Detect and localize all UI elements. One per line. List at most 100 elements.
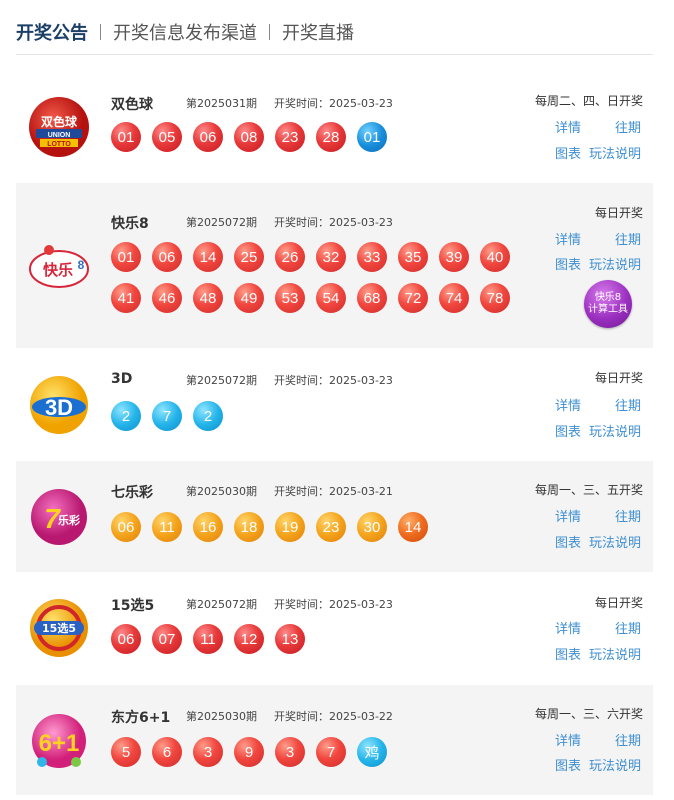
kl8-logo: 快乐 8: [28, 235, 90, 297]
result-balls: 06 07 11 12 13: [111, 624, 305, 654]
chart-link[interactable]: 图表: [555, 755, 581, 774]
special-ball: 14: [398, 512, 428, 542]
red-ball: 07: [152, 624, 182, 654]
draw-time: 开奖时间：2025-03-21: [274, 485, 393, 498]
df61-logo: 6+1: [28, 710, 90, 772]
history-link[interactable]: 往期: [615, 229, 641, 248]
tab-live-draw[interactable]: 开奖直播: [282, 19, 354, 45]
rules-link[interactable]: 玩法说明: [589, 532, 641, 551]
red-ball: 74: [439, 283, 469, 313]
chart-link[interactable]: 图表: [555, 421, 581, 440]
calculator-label-bottom: 计算工具: [588, 304, 628, 315]
lottery-df61: 6+1 东方6+1 第2025030期 开奖时间：2025-03-22 每周一、…: [16, 685, 653, 795]
rules-link[interactable]: 玩法说明: [589, 644, 641, 663]
lottery-name: 双色球: [111, 97, 153, 113]
detail-link[interactable]: 详情: [555, 730, 581, 749]
red-ball: 06: [193, 122, 223, 152]
svg-text:UNION: UNION: [48, 132, 71, 139]
chart-link[interactable]: 图表: [555, 644, 581, 663]
history-link[interactable]: 往期: [615, 506, 641, 525]
svg-text:乐彩: 乐彩: [58, 513, 80, 527]
history-link[interactable]: 往期: [615, 395, 641, 414]
red-ball: 13: [275, 624, 305, 654]
lottery-name: 15选5: [111, 598, 155, 614]
red-ball: 72: [398, 283, 428, 313]
tab-draw-announcement[interactable]: 开奖公告: [16, 19, 88, 45]
red-ball: 48: [193, 283, 223, 313]
detail-link[interactable]: 详情: [555, 506, 581, 525]
chart-link[interactable]: 图表: [555, 254, 581, 273]
red-ball: 14: [193, 242, 223, 272]
red-ball: 23: [275, 122, 305, 152]
red-ball: 6: [152, 737, 182, 767]
red-ball: 33: [357, 242, 387, 272]
red-ball: 54: [316, 283, 346, 313]
chart-link[interactable]: 图表: [555, 143, 581, 162]
draw-time: 开奖时间：2025-03-23: [274, 97, 393, 110]
df61-logo-text: 6+1: [39, 730, 80, 757]
3d-logo-text: 3D: [45, 395, 73, 420]
history-link[interactable]: 往期: [615, 730, 641, 749]
calculator-label-top: 快乐8: [594, 292, 622, 303]
orange-ball: 19: [275, 512, 305, 542]
draw-time: 开奖时间：2025-03-22: [274, 710, 393, 723]
red-ball: 25: [234, 242, 264, 272]
ssq-logo-text: 双色球: [41, 114, 78, 129]
orange-ball: 06: [111, 512, 141, 542]
draw-time: 开奖时间：2025-03-23: [274, 598, 393, 611]
3d-logo: 3D: [28, 374, 90, 436]
lottery-name: 东方6+1: [111, 710, 171, 726]
red-ball: 40: [480, 242, 510, 272]
orange-ball: 18: [234, 512, 264, 542]
chart-link[interactable]: 图表: [555, 532, 581, 551]
kl8-logo-text: 快乐: [43, 261, 73, 279]
lottery-name: 3D: [111, 371, 133, 387]
rules-link[interactable]: 玩法说明: [589, 143, 641, 162]
lottery-15x5: 15选5 15选5 第2025072期 开奖时间：2025-03-23 每日开奖…: [16, 575, 653, 683]
red-ball: 05: [152, 122, 182, 152]
qlc-logo: 7 乐彩: [28, 486, 90, 548]
result-balls: 2 7 2: [111, 401, 223, 431]
issue-number: 第2025030期: [186, 710, 257, 723]
blue-ball: 7: [152, 401, 182, 431]
red-ball: 3: [275, 737, 305, 767]
kl8-calculator-button[interactable]: 快乐8 计算工具: [584, 280, 632, 328]
header-divider: [16, 54, 653, 55]
detail-link[interactable]: 详情: [555, 618, 581, 637]
draw-time: 开奖时间：2025-03-23: [274, 216, 393, 229]
orange-ball: 11: [152, 512, 182, 542]
history-link[interactable]: 往期: [615, 618, 641, 637]
red-ball: 49: [234, 283, 264, 313]
detail-link[interactable]: 详情: [555, 395, 581, 414]
red-ball: 08: [234, 122, 264, 152]
rules-link[interactable]: 玩法说明: [589, 254, 641, 273]
tab-release-channels[interactable]: 开奖信息发布渠道: [113, 19, 257, 45]
zodiac-ball: 鸡: [357, 737, 387, 767]
lottery-kl8: 快乐 8 快乐8 第2025072期 开奖时间：2025-03-23 每日开奖 …: [16, 183, 653, 348]
issue-number: 第2025030期: [186, 485, 257, 498]
draw-schedule: 每日开奖: [594, 371, 643, 385]
draw-schedule: 每周二、四、日开奖: [534, 94, 643, 108]
rules-link[interactable]: 玩法说明: [589, 421, 641, 440]
red-ball: 28: [316, 122, 346, 152]
history-link[interactable]: 往期: [615, 117, 641, 136]
draw-schedule: 每周一、三、五开奖: [534, 483, 643, 497]
red-ball: 11: [193, 624, 223, 654]
orange-ball: 23: [316, 512, 346, 542]
orange-ball: 30: [357, 512, 387, 542]
issue-number: 第2025072期: [186, 216, 257, 229]
detail-link[interactable]: 详情: [555, 229, 581, 248]
lottery-qlc: 7 乐彩 七乐彩 第2025030期 开奖时间：2025-03-21 每周一、三…: [16, 461, 653, 572]
blue-ball: 2: [111, 401, 141, 431]
red-ball: 7: [316, 737, 346, 767]
red-ball: 5: [111, 737, 141, 767]
detail-link[interactable]: 详情: [555, 117, 581, 136]
draw-schedule: 每日开奖: [594, 596, 643, 610]
result-balls: 5 6 3 9 3 7 鸡: [111, 737, 387, 767]
rules-link[interactable]: 玩法说明: [589, 755, 641, 774]
announcement-tabs: 开奖公告 开奖信息发布渠道 开奖直播: [16, 18, 354, 46]
orange-ball: 16: [193, 512, 223, 542]
issue-number: 第2025031期: [186, 97, 257, 110]
draw-schedule: 每周一、三、六开奖: [534, 707, 643, 721]
svg-text:LOTTO: LOTTO: [47, 141, 71, 148]
